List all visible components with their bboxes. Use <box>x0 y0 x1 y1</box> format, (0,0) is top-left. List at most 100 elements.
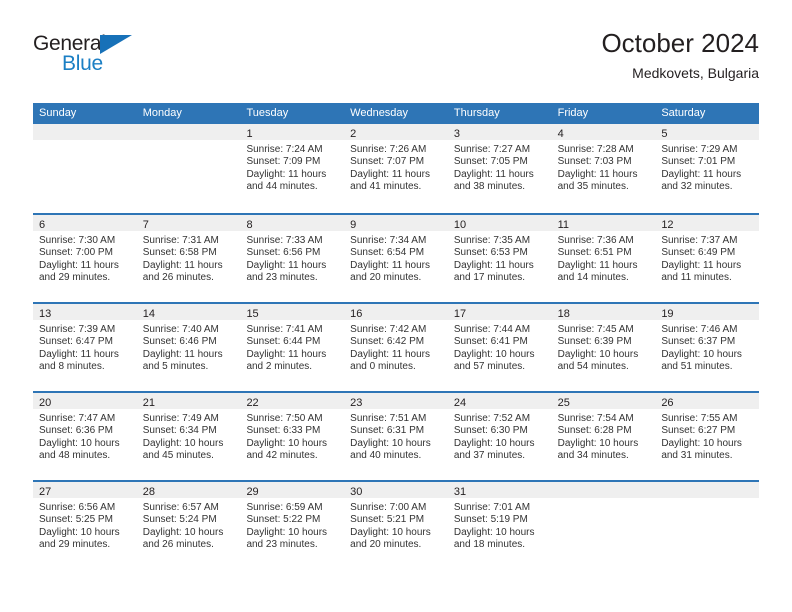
day-cell[interactable]: 27 Sunrise: 6:56 AM Sunset: 5:25 PM Dayligh… <box>33 482 137 569</box>
day-detail-line: Daylight: 11 hours <box>39 259 119 271</box>
day-detail-line: and 42 minutes. <box>246 449 318 461</box>
day-number-band: 10 <box>447 215 552 231</box>
day-number: 31 <box>453 486 467 498</box>
title-block: October 2024 Medkovets, Bulgaria <box>601 28 759 83</box>
day-detail-line: Sunrise: 7:39 AM <box>39 324 116 335</box>
day-cell[interactable]: 26 Sunrise: 7:55 AM Sunset: 6:27 PM Dayligh… <box>655 393 760 480</box>
day-detail-text: Sunrise: 7:24 AM Sunset: 7:09 PM Daylight:… <box>240 140 344 193</box>
day-detail-line: and 45 minutes. <box>142 449 214 461</box>
day-cell[interactable]: 20 Sunrise: 7:47 AM Sunset: 6:36 PM Dayligh… <box>33 393 137 480</box>
day-cell[interactable]: 7 Sunrise: 7:31 AM Sunset: 6:58 PM Daylight… <box>136 215 241 302</box>
day-number: 13 <box>39 308 52 320</box>
day-detail-line: and 57 minutes. <box>453 360 526 372</box>
day-number-band: 30 <box>344 482 448 498</box>
day-cell[interactable]: 18 Sunrise: 7:45 AM Sunset: 6:39 PM Dayligh… <box>551 304 656 391</box>
day-detail-text: Sunrise: 7:44 AM Sunset: 6:41 PM Daylight:… <box>448 320 552 373</box>
day-cell[interactable]: 9 Sunrise: 7:34 AM Sunset: 6:54 PM Daylight… <box>344 215 448 302</box>
day-cell[interactable]: 15 Sunrise: 7:41 AM Sunset: 6:44 PM Dayligh… <box>240 304 345 391</box>
day-detail-text: Sunrise: 7:35 AM Sunset: 6:53 PM Daylight:… <box>448 231 552 284</box>
day-cell[interactable]: 21 Sunrise: 7:49 AM Sunset: 6:34 PM Dayligh… <box>136 393 241 480</box>
day-cell[interactable]: 10 Sunrise: 7:35 AM Sunset: 6:53 PM Dayligh… <box>447 215 552 302</box>
day-detail-line: Sunset: 6:28 PM <box>557 425 632 437</box>
day-cell[interactable]: 30 Sunrise: 7:00 AM Sunset: 5:21 PM Dayligh… <box>344 482 448 569</box>
day-number: 17 <box>453 308 467 320</box>
day-cell[interactable]: 31 Sunrise: 7:01 AM Sunset: 5:19 PM Dayligh… <box>447 482 552 569</box>
day-detail-text: Sunrise: 7:33 AM Sunset: 6:56 PM Daylight:… <box>240 231 344 284</box>
day-number: 6 <box>39 219 46 231</box>
day-cell[interactable]: 6 Sunrise: 7:30 AM Sunset: 7:00 PM Daylight… <box>33 215 137 302</box>
day-cell[interactable]: 1 Sunrise: 7:24 AM Sunset: 7:09 PM Daylight… <box>240 124 345 213</box>
calendar-week-row: 1 Sunrise: 7:24 AM Sunset: 7:09 PM Daylight… <box>33 124 760 213</box>
day-detail-text: Sunrise: 7:50 AM Sunset: 6:33 PM Daylight:… <box>240 409 344 462</box>
day-detail-line: and 51 minutes. <box>661 360 733 372</box>
day-detail-text: Sunrise: 7:46 AM Sunset: 6:37 PM Daylight:… <box>655 320 759 373</box>
day-cell[interactable]: 13 Sunrise: 7:39 AM Sunset: 6:47 PM Dayligh… <box>33 304 137 391</box>
day-cell[interactable]: 24 Sunrise: 7:52 AM Sunset: 6:30 PM Dayligh… <box>447 393 552 480</box>
day-detail-line: Sunrise: 7:52 AM <box>453 413 531 424</box>
calendar-week-row: 20 Sunrise: 7:47 AM Sunset: 6:36 PM Dayligh… <box>33 391 760 480</box>
weekday-header-friday: Friday <box>557 107 589 119</box>
day-detail-line: Daylight: 10 hours <box>246 526 328 538</box>
calendar-week-row: 27 Sunrise: 6:56 AM Sunset: 5:25 PM Dayligh… <box>33 480 760 569</box>
day-cell[interactable]: 17 Sunrise: 7:44 AM Sunset: 6:41 PM Dayligh… <box>447 304 552 391</box>
day-detail-line: Daylight: 11 hours <box>557 259 638 271</box>
day-cell[interactable]: 3 Sunrise: 7:27 AM Sunset: 7:05 PM Daylight… <box>447 124 552 213</box>
day-detail-line: and 2 minutes. <box>246 360 313 372</box>
day-number: 14 <box>142 308 155 320</box>
day-cell[interactable]: 11 Sunrise: 7:36 AM Sunset: 6:51 PM Dayligh… <box>551 215 656 302</box>
day-cell[interactable]: 12 Sunrise: 7:37 AM Sunset: 6:49 PM Dayligh… <box>655 215 760 302</box>
day-detail-line: and 8 minutes. <box>39 360 105 372</box>
day-detail-text: Sunrise: 7:54 AM Sunset: 6:28 PM Daylight:… <box>552 409 656 462</box>
day-detail-text: Sunrise: 6:57 AM Sunset: 5:24 PM Daylight:… <box>137 498 241 551</box>
day-number-band: 20 <box>33 393 137 409</box>
day-detail-line: Sunset: 6:53 PM <box>453 247 528 259</box>
day-number: 22 <box>246 397 259 409</box>
calendar-weeks: 1 Sunrise: 7:24 AM Sunset: 7:09 PM Daylight… <box>33 124 760 569</box>
day-detail-line: Sunrise: 7:45 AM <box>557 324 634 335</box>
day-detail-text <box>137 140 241 144</box>
day-detail-line: Daylight: 10 hours <box>453 437 535 449</box>
day-detail-text: Sunrise: 7:31 AM Sunset: 6:58 PM Daylight:… <box>137 231 241 284</box>
day-detail-line: Daylight: 10 hours <box>453 526 535 538</box>
day-detail-line: Sunrise: 7:50 AM <box>246 413 323 424</box>
day-detail-line: Sunrise: 6:59 AM <box>246 502 323 513</box>
day-detail-line: Sunrise: 7:31 AM <box>142 235 219 246</box>
day-detail-text: Sunrise: 7:27 AM Sunset: 7:05 PM Daylight:… <box>448 140 552 193</box>
day-cell[interactable]: 4 Sunrise: 7:28 AM Sunset: 7:03 PM Daylight… <box>551 124 656 213</box>
brand-logo[interactable]: General Blue <box>33 32 163 82</box>
day-detail-line: Daylight: 10 hours <box>350 526 431 538</box>
day-number: 30 <box>350 486 363 498</box>
day-detail-line: Sunset: 6:30 PM <box>453 425 528 437</box>
day-detail-line: and 44 minutes. <box>246 180 318 192</box>
day-detail-text: Sunrise: 6:59 AM Sunset: 5:22 PM Daylight:… <box>240 498 344 551</box>
day-cell[interactable]: 29 Sunrise: 6:59 AM Sunset: 5:22 PM Dayligh… <box>240 482 345 569</box>
day-cell[interactable]: 25 Sunrise: 7:54 AM Sunset: 6:28 PM Dayligh… <box>551 393 656 480</box>
day-detail-line: Daylight: 11 hours <box>142 259 223 271</box>
day-detail-line: Sunrise: 7:55 AM <box>661 413 738 424</box>
day-number-band: 29 <box>240 482 345 498</box>
page-subtitle: Medkovets, Bulgaria <box>632 65 759 81</box>
day-number-band: 5 <box>655 124 760 140</box>
day-cell[interactable]: 28 Sunrise: 6:57 AM Sunset: 5:24 PM Dayligh… <box>136 482 241 569</box>
day-detail-line: and 5 minutes. <box>142 360 209 372</box>
day-number: 27 <box>39 486 52 498</box>
day-cell[interactable]: 23 Sunrise: 7:51 AM Sunset: 6:31 PM Dayligh… <box>344 393 448 480</box>
day-cell[interactable]: 8 Sunrise: 7:33 AM Sunset: 6:56 PM Daylight… <box>240 215 345 302</box>
day-detail-line: and 54 minutes. <box>557 360 629 372</box>
day-detail-line: Daylight: 11 hours <box>246 259 327 271</box>
weekday-header-row: Sunday Monday Tuesday Wednesday Thursday Frid… <box>33 103 759 124</box>
day-detail-line: Daylight: 11 hours <box>350 168 431 180</box>
day-cell[interactable]: 5 Sunrise: 7:29 AM Sunset: 7:01 PM Daylight… <box>655 124 760 213</box>
day-cell[interactable]: 2 Sunrise: 7:26 AM Sunset: 7:07 PM Daylight… <box>344 124 448 213</box>
day-detail-text <box>655 498 759 502</box>
day-number-band: 17 <box>447 304 552 320</box>
day-detail-text: Sunrise: 7:29 AM Sunset: 7:01 PM Daylight:… <box>655 140 759 193</box>
day-detail-line: Daylight: 10 hours <box>661 348 742 360</box>
day-cell[interactable]: 19 Sunrise: 7:46 AM Sunset: 6:37 PM Dayligh… <box>655 304 760 391</box>
day-detail-line: Sunset: 5:22 PM <box>246 514 321 526</box>
day-cell[interactable]: 16 Sunrise: 7:42 AM Sunset: 6:42 PM Dayligh… <box>344 304 448 391</box>
day-cell[interactable]: 22 Sunrise: 7:50 AM Sunset: 6:33 PM Dayligh… <box>240 393 345 480</box>
day-detail-line: and 38 minutes. <box>453 180 526 192</box>
day-detail-line: Daylight: 10 hours <box>142 526 224 538</box>
day-cell[interactable]: 14 Sunrise: 7:40 AM Sunset: 6:46 PM Dayligh… <box>136 304 241 391</box>
